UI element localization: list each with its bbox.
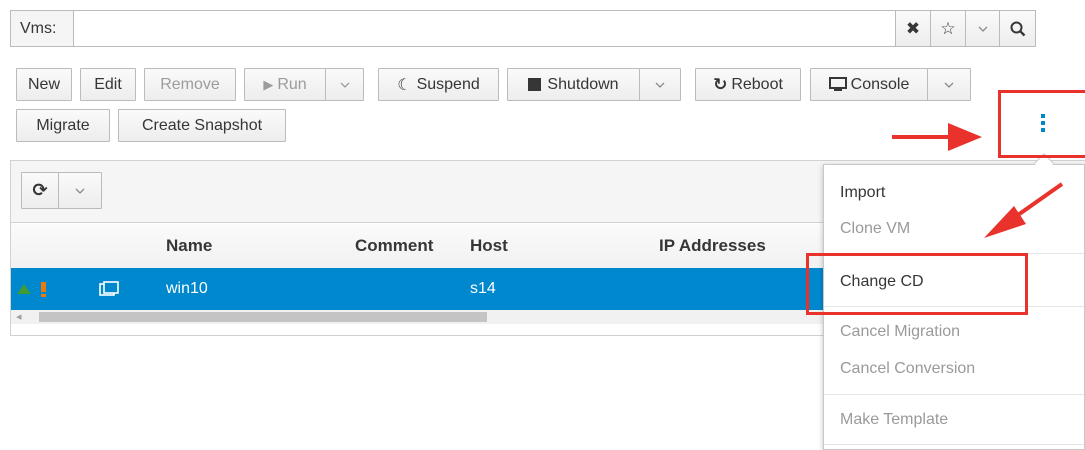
bookmark-button[interactable]: ☆ [930, 10, 966, 47]
menu-item-make-template[interactable]: Make Template [840, 411, 948, 429]
shutdown-label: Shutdown [547, 75, 619, 93]
warning-icon [41, 281, 46, 297]
column-header-name[interactable]: Name [156, 224, 346, 268]
column-header-comment[interactable]: Comment [345, 224, 461, 268]
chevron-down-icon [655, 82, 665, 88]
clear-search-button[interactable]: ✖ [895, 10, 931, 47]
chevron-down-icon [340, 82, 349, 88]
reboot-button[interactable]: ↻ Reboot [695, 68, 801, 101]
horizontal-scrollbar[interactable]: ◂ [11, 310, 823, 324]
console-label: Console [850, 75, 910, 93]
new-button[interactable]: New [16, 68, 72, 101]
menu-item-cancel-conversion[interactable]: Cancel Conversion [840, 360, 975, 378]
run-dropdown-button[interactable] [325, 68, 364, 101]
annotation-arrow-right [892, 123, 982, 151]
refresh-button[interactable]: ⟳ [21, 172, 59, 209]
migrate-button[interactable]: Migrate [16, 109, 110, 142]
edit-button[interactable]: Edit [80, 68, 136, 101]
run-label: Run [277, 75, 307, 93]
menu-item-import[interactable]: Import [840, 184, 885, 202]
scroll-left-arrow-icon: ◂ [16, 311, 22, 323]
search-icon [1010, 21, 1025, 36]
menu-divider [824, 444, 1084, 445]
scrollbar-thumb[interactable] [39, 312, 487, 322]
menu-item-cancel-migration[interactable]: Cancel Migration [840, 323, 960, 341]
row-type-cell[interactable] [67, 268, 157, 310]
run-button[interactable]: ▶ Run [244, 68, 326, 101]
annotation-arrow-down-left [984, 182, 1064, 238]
annotation-highlight-kebab [998, 90, 1085, 158]
row-comment-cell[interactable] [345, 268, 461, 310]
column-header-host[interactable]: Host [460, 224, 650, 268]
row-ip-cell[interactable] [649, 268, 823, 310]
menu-divider [824, 394, 1084, 395]
bookmarks-dropdown-button[interactable] [965, 10, 1000, 47]
play-icon: ▶ [263, 76, 274, 92]
create-snapshot-button[interactable]: Create Snapshot [118, 109, 286, 142]
stop-icon [528, 78, 542, 91]
row-host-cell[interactable]: s14 [460, 268, 650, 310]
reboot-icon: ↻ [713, 74, 728, 94]
console-dropdown-button[interactable] [927, 68, 971, 101]
column-header-status[interactable] [11, 224, 68, 268]
clear-icon: ✖ [905, 18, 921, 38]
console-button[interactable]: Console [810, 68, 928, 101]
status-up-icon [17, 284, 31, 294]
column-header-ip-addresses[interactable]: IP Addresses [649, 224, 823, 268]
menu-item-clone-vm[interactable]: Clone VM [840, 220, 910, 238]
vm-type-icon [99, 281, 119, 296]
refresh-dropdown-button[interactable] [58, 172, 102, 209]
row-status-cell[interactable] [11, 268, 68, 310]
row-name-cell[interactable]: win10 [156, 268, 346, 310]
search-input[interactable] [73, 10, 896, 47]
bookmark-star-icon: ☆ [940, 18, 956, 38]
shutdown-dropdown-button[interactable] [639, 68, 681, 101]
moon-icon: ☾ [397, 76, 412, 94]
annotation-highlight-change-cd [806, 253, 1028, 315]
chevron-down-icon [75, 188, 85, 194]
refresh-icon: ⟳ [32, 180, 48, 200]
remove-button[interactable]: Remove [144, 68, 236, 101]
suspend-button[interactable]: ☾ Suspend [378, 68, 499, 101]
shutdown-button[interactable]: Shutdown [507, 68, 640, 101]
monitor-icon [828, 77, 847, 91]
search-label: Vms: [10, 10, 74, 47]
reboot-label: Reboot [731, 75, 783, 93]
search-button[interactable] [999, 10, 1036, 47]
chevron-down-icon [944, 82, 954, 88]
suspend-label: Suspend [416, 75, 480, 93]
column-header-type[interactable] [67, 224, 157, 268]
chevron-down-icon [978, 26, 987, 32]
